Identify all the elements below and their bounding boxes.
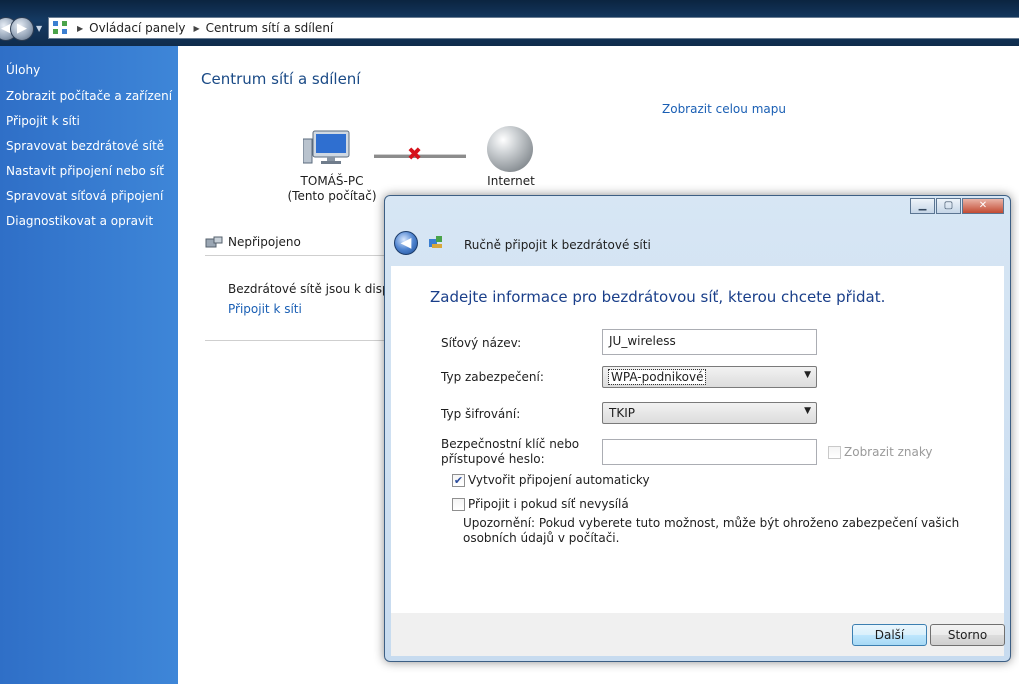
network-name-label: Síťový název: xyxy=(441,336,522,350)
network-name-input[interactable]: JU_wireless xyxy=(602,329,817,355)
internet-globe-icon[interactable] xyxy=(487,126,533,172)
computer-subtitle: (Tento počítač) xyxy=(287,189,377,203)
security-key-label-line2: přístupové heslo: xyxy=(441,452,545,466)
dialog-back-button[interactable]: ◀ xyxy=(394,231,418,255)
task-pane: Úlohy Zobrazit počítače a zařízení Připo… xyxy=(0,46,178,684)
connect-to-network-link[interactable]: Připojit k síti xyxy=(228,302,302,316)
computer-label: TOMÁŠ-PC (Tento počítač) xyxy=(282,174,382,204)
wireless-network-icon xyxy=(429,236,442,248)
privacy-warning-text: Upozornění: Pokud vyberete tuto možnost,… xyxy=(463,516,960,545)
breadcrumb-separator-icon[interactable]: ▶ xyxy=(77,24,83,33)
security-type-select[interactable]: WPA-podnikové ▼ xyxy=(602,366,817,388)
encryption-type-select[interactable]: TKIP ▼ xyxy=(602,402,817,424)
sidebar-item-setup-connection[interactable]: Nastavit připojení nebo síť xyxy=(6,164,164,178)
encryption-type-value: TKIP xyxy=(609,406,635,420)
sidebar-item-connect[interactable]: Připojit k síti xyxy=(6,114,80,128)
security-type-label: Typ zabezpečení: xyxy=(441,370,544,384)
view-full-map-link[interactable]: Zobrazit celou mapu xyxy=(662,102,786,116)
auto-connect-label: Vytvořit připojení automaticky xyxy=(468,473,650,487)
minimize-button[interactable]: ▁ xyxy=(910,198,935,214)
show-characters-label: Zobrazit znaky xyxy=(844,445,933,459)
security-type-value: WPA-podnikové xyxy=(607,369,707,385)
security-key-input[interactable] xyxy=(602,439,817,465)
explorer-navigation-bar: ◀ ▶ ▼ ▶ Ovládací panely ▶ Centrum sítí a… xyxy=(0,0,1019,46)
security-key-label-line1: Bezpečnostní klíč nebo xyxy=(441,437,580,451)
connect-hidden-checkbox[interactable] xyxy=(452,498,465,511)
address-bar[interactable]: ▶ Ovládací panely ▶ Centrum sítí a sdíle… xyxy=(48,17,1019,39)
show-characters-checkbox[interactable] xyxy=(828,446,841,459)
sidebar-item-view-computers[interactable]: Zobrazit počítače a zařízení xyxy=(6,89,172,103)
sidebar-item-diagnose[interactable]: Diagnostikovat a opravit xyxy=(6,214,153,228)
internet-label: Internet xyxy=(487,174,535,188)
manual-wireless-dialog: ▁ ▢ ✕ ◀ Ručně připojit k bezdrátové síti… xyxy=(384,195,1011,662)
dropdown-arrow-icon: ▼ xyxy=(804,406,811,416)
connect-hidden-label: Připojit i pokud síť nevysílá xyxy=(468,497,629,511)
computer-icon[interactable] xyxy=(303,129,353,169)
dialog-title: Ručně připojit k bezdrátové síti xyxy=(464,238,651,252)
recent-pages-dropdown-icon[interactable]: ▼ xyxy=(36,24,42,33)
network-status-label: Nepřipojeno xyxy=(228,235,301,249)
breadcrumb-network-center[interactable]: Centrum sítí a sdílení xyxy=(206,21,334,35)
dialog-instruction: Zadejte informace pro bezdrátovou síť, k… xyxy=(430,288,886,306)
close-button[interactable]: ✕ xyxy=(962,198,1004,214)
page-title: Centrum sítí a sdílení xyxy=(201,70,361,88)
dialog-body: Zadejte informace pro bezdrátovou síť, k… xyxy=(391,266,1004,614)
sidebar-item-manage-connections[interactable]: Spravovat síťová připojení xyxy=(6,189,163,203)
window-controls: ▁ ▢ ✕ xyxy=(909,198,1004,214)
maximize-button[interactable]: ▢ xyxy=(936,198,961,214)
auto-connect-checkbox[interactable]: ✔ xyxy=(452,474,465,487)
security-key-label: Bezpečnostní klíč nebo přístupové heslo: xyxy=(441,437,579,467)
breadcrumb-separator-icon[interactable]: ▶ xyxy=(194,24,200,33)
encryption-type-label: Typ šifrování: xyxy=(441,407,521,421)
computer-name: TOMÁŠ-PC xyxy=(300,174,364,188)
network-center-icon xyxy=(53,21,69,35)
task-pane-heading: Úlohy xyxy=(6,63,41,77)
next-button[interactable]: Další xyxy=(852,624,927,646)
network-status-icon xyxy=(205,236,223,248)
cancel-button[interactable]: Storno xyxy=(930,624,1005,646)
dropdown-arrow-icon: ▼ xyxy=(804,370,811,380)
breadcrumb-control-panel[interactable]: Ovládací panely xyxy=(89,21,185,35)
forward-button[interactable]: ▶ xyxy=(10,17,34,41)
disconnected-x-icon[interactable]: ✖ xyxy=(407,144,422,165)
sidebar-item-manage-wireless[interactable]: Spravovat bezdrátové sítě xyxy=(6,139,164,153)
